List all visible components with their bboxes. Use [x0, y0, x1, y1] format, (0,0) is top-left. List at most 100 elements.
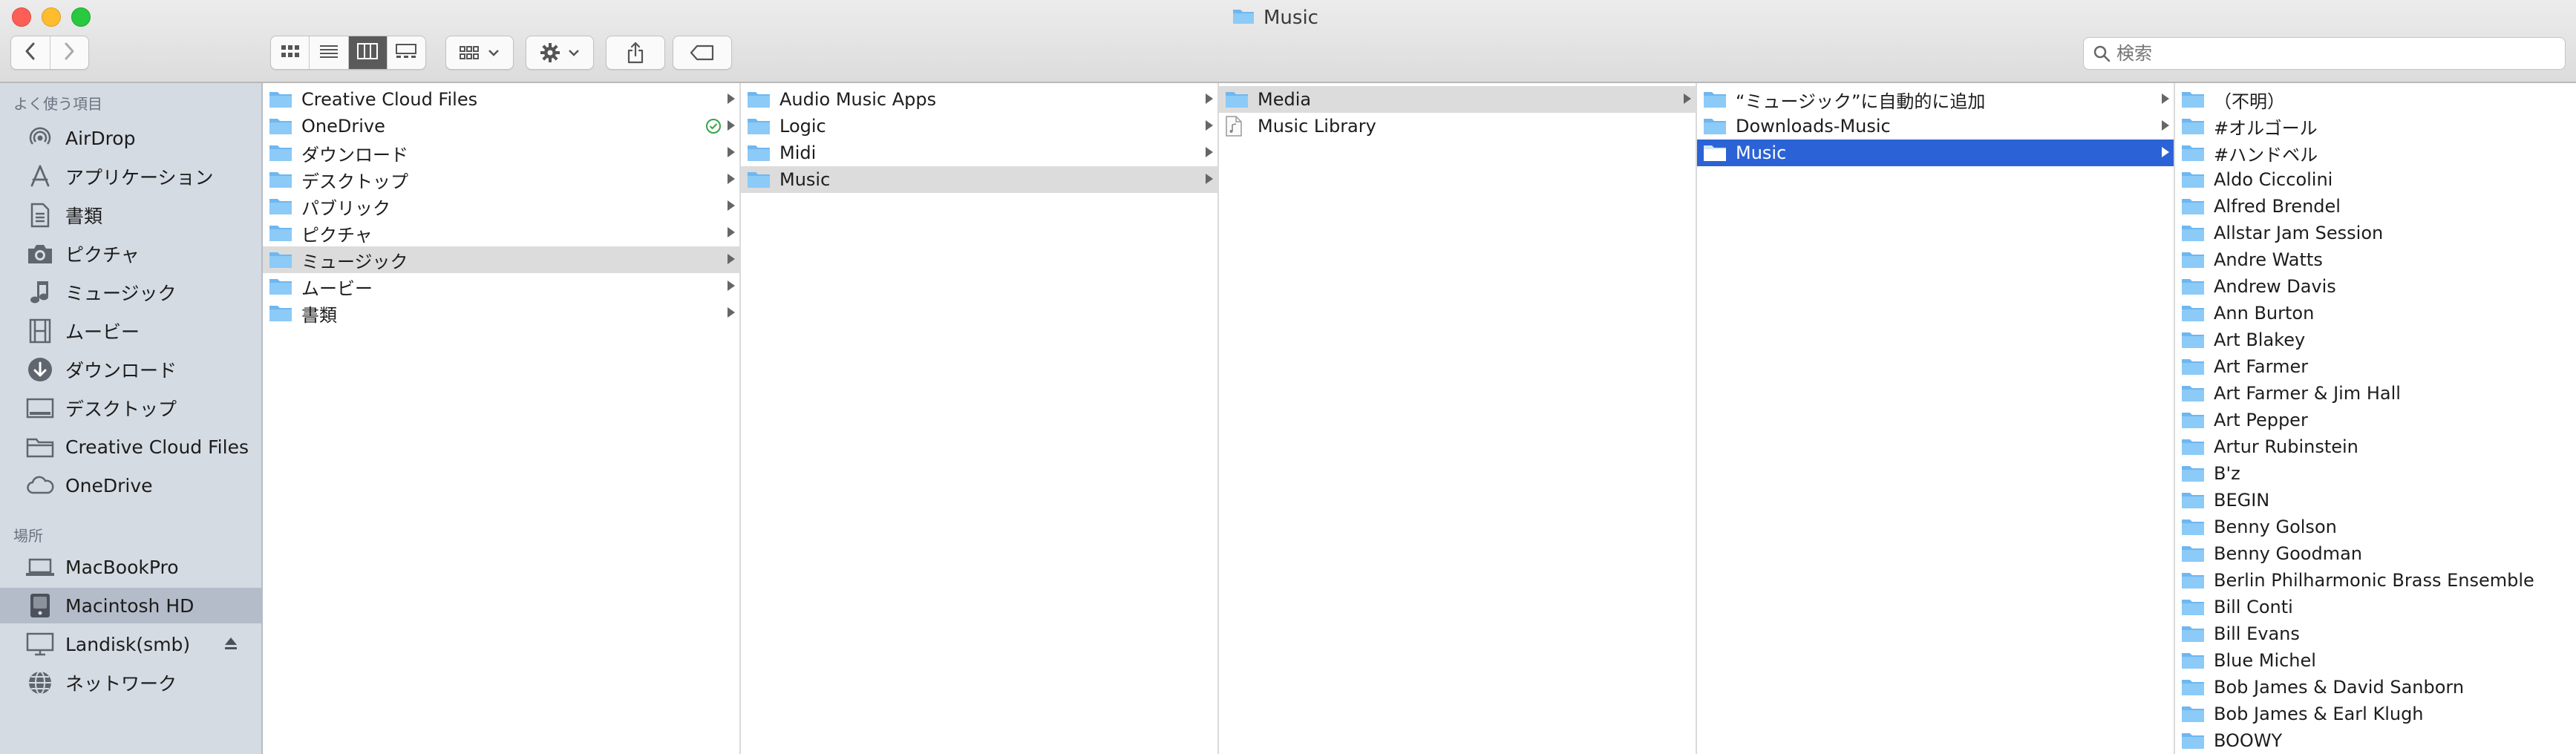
folder-row[interactable]: Midi	[741, 140, 1217, 166]
folder-row[interactable]: BEGIN	[2175, 487, 2576, 514]
folder-row[interactable]: Benny Goodman	[2175, 540, 2576, 567]
sidebar-item-desktop[interactable]: デスクトップ	[0, 390, 261, 426]
folder-icon	[2181, 464, 2205, 483]
folder-row[interactable]: Logic	[741, 113, 1217, 140]
folder-row[interactable]: ムービー	[263, 273, 739, 300]
folder-icon	[2181, 651, 2205, 670]
gallery-icon	[396, 43, 417, 62]
sidebar-item-macbookpro[interactable]: MacBookPro	[0, 549, 261, 585]
folder-icon	[747, 117, 771, 136]
folder-icon	[2181, 223, 2205, 243]
folder-row[interactable]: BOOWY	[2175, 727, 2576, 754]
search-input[interactable]	[2116, 43, 2532, 64]
folder-row[interactable]: ミュージック	[263, 246, 739, 273]
share-button[interactable]	[606, 36, 665, 70]
group-by-button[interactable]	[445, 36, 514, 70]
item-label: “ミュージック”に自動的に追加	[1736, 91, 1986, 112]
folder-row[interactable]: Ann Burton	[2175, 300, 2576, 327]
folder-row[interactable]: Music	[1697, 140, 2174, 166]
folder-row[interactable]: Media	[1219, 86, 1696, 113]
chevron-down-icon	[488, 48, 500, 57]
folder-row[interactable]: （不明）	[2175, 86, 2576, 113]
folder-row[interactable]: デスクトップ	[263, 166, 739, 193]
sidebar-item-applications[interactable]: アプリケーション	[0, 159, 261, 194]
folder-row[interactable]: Alfred Brendel	[2175, 193, 2576, 220]
folder-row[interactable]: Allstar Jam Session	[2175, 220, 2576, 246]
item-label: パブリック	[301, 197, 390, 219]
folder-row[interactable]: Creative Cloud Files	[263, 86, 739, 113]
item-label: Bob James & Earl Klugh	[2214, 704, 2424, 724]
folder-row[interactable]: Art Farmer	[2175, 353, 2576, 380]
search-field[interactable]	[2083, 37, 2566, 70]
item-label: BEGIN	[2214, 490, 2270, 511]
folder-row[interactable]: #ハンドベル	[2175, 140, 2576, 166]
folder-row[interactable]: “ミュージック”に自動的に追加	[1697, 86, 2174, 113]
item-label: Allstar Jam Session	[2214, 223, 2384, 243]
folder-row[interactable]: Music	[741, 166, 1217, 193]
folder-row[interactable]: Bob James & Earl Klugh	[2175, 701, 2576, 727]
folder-row[interactable]: Art Farmer & Jim Hall	[2175, 380, 2576, 407]
icon-view-button[interactable]	[271, 36, 310, 69]
tags-button[interactable]	[673, 36, 732, 70]
columns-icon	[357, 43, 379, 62]
sidebar-item-documents[interactable]: 書類	[0, 197, 261, 233]
folder-row[interactable]: Artur Rubinstein	[2175, 433, 2576, 460]
folder-row[interactable]: Andre Watts	[2175, 246, 2576, 273]
sidebar-item-downloads[interactable]: ダウンロード	[0, 352, 261, 387]
folder-row[interactable]: パブリック	[263, 193, 739, 220]
sidebar-item-macintosh-hd[interactable]: Macintosh HD	[0, 588, 261, 623]
action-menu-button[interactable]	[526, 36, 594, 70]
zoom-window-button[interactable]	[71, 7, 91, 27]
music-note-icon	[24, 278, 56, 307]
sidebar-item-airdrop[interactable]: AirDrop	[0, 120, 261, 156]
folder-row[interactable]: Bill Conti	[2175, 594, 2576, 620]
disclosure-arrow-icon	[1684, 94, 1691, 104]
forward-button[interactable]	[50, 36, 89, 69]
sidebar-item-landisk[interactable]: Landisk(smb)	[0, 626, 261, 662]
folder-row[interactable]: 書類	[263, 300, 739, 327]
folder-row[interactable]: ダウンロード	[263, 140, 739, 166]
folder-row[interactable]: OneDrive	[263, 113, 739, 140]
sidebar-item-music[interactable]: ミュージック	[0, 275, 261, 310]
folder-row[interactable]: Bob James & David Sanborn	[2175, 674, 2576, 701]
folder-row[interactable]: Andrew Davis	[2175, 273, 2576, 300]
folder-row[interactable]: Audio Music Apps	[741, 86, 1217, 113]
folder-row[interactable]: Berlin Philharmonic Brass Ensemble	[2175, 567, 2576, 594]
column-view-button[interactable]	[348, 36, 388, 69]
gallery-view-button[interactable]	[388, 36, 425, 69]
sidebar-item-pictures[interactable]: ピクチャ	[0, 236, 261, 272]
item-label: Art Blakey	[2214, 330, 2306, 350]
folder-icon	[1232, 7, 1255, 30]
folder-row[interactable]: B'z	[2175, 460, 2576, 487]
item-label: Music Library	[1258, 116, 1376, 137]
minimize-window-button[interactable]	[42, 7, 61, 27]
disclosure-arrow-icon	[728, 147, 735, 157]
folder-icon	[1703, 90, 1727, 109]
folder-row[interactable]: ピクチャ	[263, 220, 739, 246]
folder-row[interactable]: Blue Michel	[2175, 647, 2576, 674]
folder-row[interactable]: Benny Golson	[2175, 514, 2576, 540]
folder-row[interactable]: Bill Evans	[2175, 620, 2576, 647]
download-icon	[24, 355, 56, 384]
sidebar-item-creative-cloud-files[interactable]: Creative Cloud Files	[0, 429, 261, 465]
eject-icon[interactable]	[223, 635, 239, 655]
folder-row[interactable]: #オルゴール	[2175, 113, 2576, 140]
folder-row[interactable]: Downloads-Music	[1697, 113, 2174, 140]
folder-row[interactable]: Art Pepper	[2175, 407, 2576, 433]
back-button[interactable]	[11, 36, 50, 69]
sidebar-item-onedrive[interactable]: OneDrive	[0, 468, 261, 503]
file-row[interactable]: Music Library	[1219, 113, 1696, 140]
folder-row[interactable]: Art Blakey	[2175, 327, 2576, 353]
folder-icon	[2181, 357, 2205, 376]
folder-icon	[1703, 143, 1727, 163]
sidebar-item-movies[interactable]: ムービー	[0, 313, 261, 349]
view-mode-control	[270, 36, 426, 70]
folder-row[interactable]: Aldo Ciccolini	[2175, 166, 2576, 193]
item-label: Blue Michel	[2214, 650, 2316, 671]
sidebar-item-network[interactable]: ネットワーク	[0, 665, 261, 701]
close-window-button[interactable]	[12, 7, 31, 27]
sidebar-item-label: Macintosh HD	[65, 594, 194, 617]
list-view-button[interactable]	[310, 36, 349, 69]
sidebar-item-label: ミュージック	[65, 283, 177, 304]
item-label: Midi	[779, 142, 817, 163]
